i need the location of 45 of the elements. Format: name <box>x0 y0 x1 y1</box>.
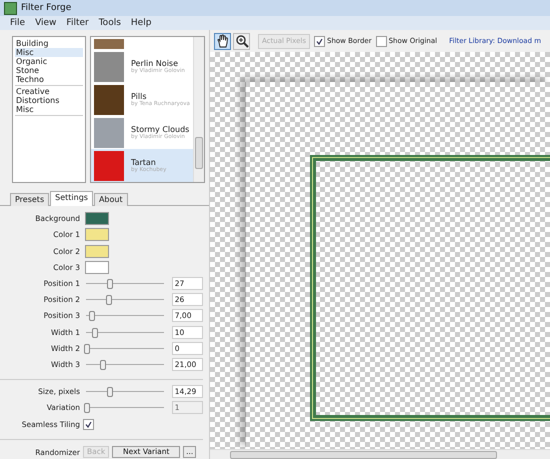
checkbox[interactable] <box>376 36 387 46</box>
window-title: Filter Forge <box>21 3 72 13</box>
slider-thumb[interactable] <box>107 278 114 289</box>
scroll-bar[interactable] <box>210 449 550 459</box>
category-item[interactable]: Building <box>15 39 83 48</box>
category-item[interactable]: Misc <box>15 105 83 114</box>
filter-thumbnail <box>94 52 124 82</box>
filter-thumbnail <box>94 84 124 115</box>
tab[interactable]: Settings <box>50 191 93 206</box>
filter-name: Pills <box>131 92 146 102</box>
slider-thumb[interactable] <box>106 295 112 306</box>
category-item[interactable]: Stone <box>15 66 83 75</box>
menu-item[interactable]: Filter <box>66 18 89 28</box>
slider-thumb[interactable] <box>92 328 98 338</box>
scroll-bar[interactable] <box>193 37 204 182</box>
filter-thumbnail <box>94 39 124 50</box>
app-icon <box>4 2 17 14</box>
menu-item[interactable]: Tools <box>98 18 121 28</box>
category-item[interactable]: Organic <box>15 57 83 66</box>
checkbox[interactable] <box>314 36 325 46</box>
filter-name: Stormy Clouds <box>131 125 190 134</box>
menu-item[interactable]: File <box>10 18 26 28</box>
category-item[interactable]: Distortions <box>15 96 83 105</box>
zoom-tool[interactable] <box>233 32 250 50</box>
menu-item[interactable]: Help <box>130 18 152 28</box>
color-swatch[interactable] <box>85 212 109 226</box>
tab[interactable]: Presets <box>10 193 50 206</box>
category-item[interactable]: Creative <box>15 87 83 96</box>
category-item[interactable]: Misc <box>15 48 83 57</box>
filter-name: Perlin Noise <box>131 59 178 68</box>
filter-name: Tartan <box>131 158 156 168</box>
menu-item[interactable]: View <box>35 18 56 28</box>
category-item[interactable]: Techno <box>15 75 83 84</box>
color-swatch[interactable] <box>85 228 109 242</box>
slider-thumb[interactable] <box>107 387 114 398</box>
color-swatch[interactable] <box>85 260 109 274</box>
color-swatch[interactable] <box>85 244 109 258</box>
slider-thumb[interactable] <box>100 360 106 370</box>
checkbox[interactable] <box>83 418 94 430</box>
slider-thumb[interactable] <box>84 344 90 354</box>
tab[interactable]: About <box>94 193 128 206</box>
filter-thumbnail <box>94 150 124 181</box>
hand-tool[interactable] <box>214 32 231 50</box>
filter-thumbnail <box>94 118 124 148</box>
slider-thumb[interactable] <box>89 311 96 322</box>
